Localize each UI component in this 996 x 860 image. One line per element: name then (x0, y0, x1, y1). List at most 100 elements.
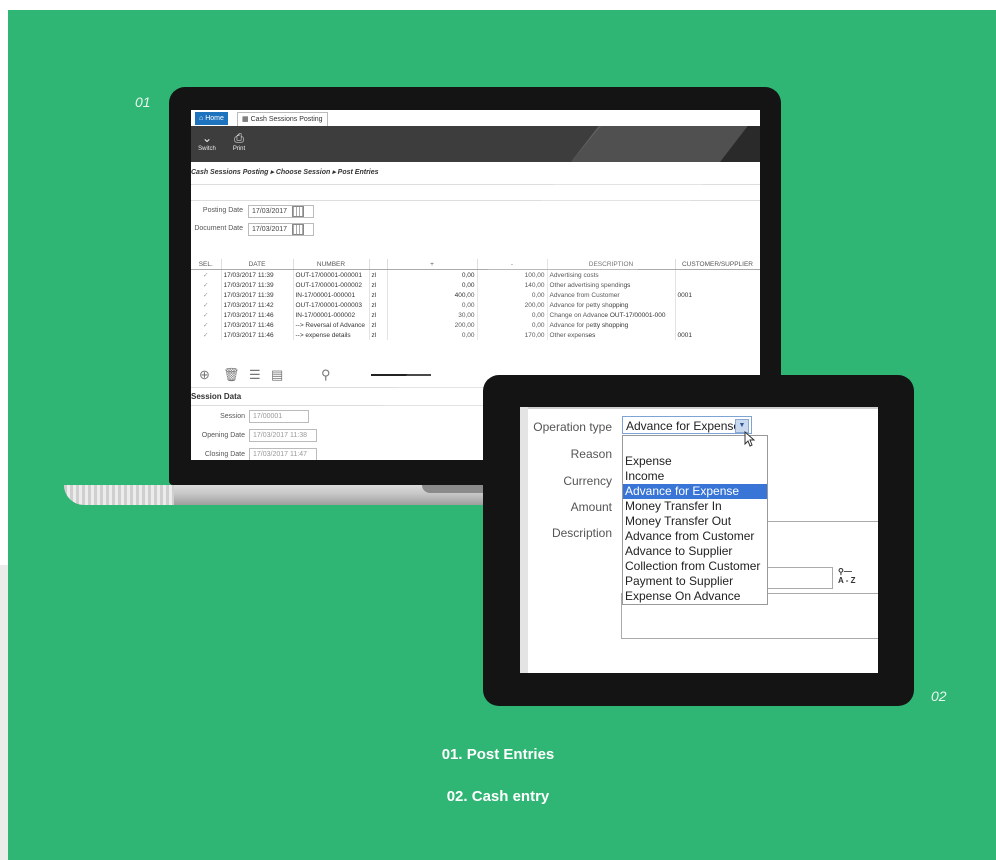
zoom-slider[interactable] (371, 374, 431, 376)
list-icon[interactable]: ☰ (249, 367, 261, 383)
search-icon[interactable]: ⚲ (321, 367, 331, 383)
option-item[interactable]: Collection from Customer (623, 559, 767, 574)
table-row[interactable]: ✓ 17/03/2017 11:39 IN-17/00001-000001 zl… (191, 290, 760, 300)
option-item[interactable]: Money Transfer In (623, 499, 767, 514)
row-checkbox[interactable]: ✓ (191, 330, 222, 340)
session-field[interactable]: 17/00001 (249, 410, 309, 423)
cell-description: Other expenses (547, 330, 676, 340)
cell-plus: 400,00 (387, 290, 478, 300)
cell-currency: zl (369, 269, 388, 280)
divider (766, 521, 878, 522)
option-item[interactable]: Payment to Supplier (623, 574, 767, 589)
option-item[interactable]: Advance to Supplier (623, 544, 767, 559)
cell-plus: 0,00 (387, 269, 478, 280)
row-checkbox[interactable]: ✓ (191, 300, 222, 310)
cell-date: 17/03/2017 11:46 (221, 310, 294, 320)
calendar-icon[interactable] (292, 206, 304, 217)
option-item[interactable]: Money Transfer Out (623, 514, 767, 529)
label-01: 01 (135, 94, 151, 110)
cell-number: IN-17/00001-000001 (293, 290, 370, 300)
cell-description: Advance for petty shopping (547, 300, 676, 310)
chevron-down-icon: ⌄ (201, 131, 213, 145)
printer-icon: ⎙ (234, 131, 244, 145)
option-item[interactable]: Expense (623, 454, 767, 469)
toolbar-dark-panel (571, 126, 760, 162)
cell-currency: zl (369, 310, 388, 320)
az-button[interactable]: ⚲— A - Z (838, 567, 855, 586)
cell-currency: zl (369, 330, 388, 340)
key-icon: ⚲— (838, 567, 852, 576)
trash-icon[interactable]: 🗑 (223, 367, 240, 383)
table-header: SEL. DATE NUMBER + - DESCRIPTION CUSTOME… (191, 259, 760, 270)
tab-bar: ⌂ Home ▦ Cash Sessions Posting (191, 110, 760, 127)
cell-customer: 0001 (675, 290, 760, 300)
closing-date-field[interactable]: 17/03/2017 11:47 (249, 448, 317, 460)
print-button[interactable]: ⎙ Print (227, 130, 251, 152)
cell-currency: zl (369, 320, 388, 330)
cell-date: 17/03/2017 11:46 (221, 330, 294, 340)
cell-minus: 140,00 (477, 280, 548, 290)
row-checkbox[interactable]: ✓ (191, 280, 222, 290)
cell-plus: 0,00 (387, 300, 478, 310)
option-item[interactable]: Expense On Advance (623, 589, 767, 604)
add-icon[interactable]: ⊕ (199, 367, 210, 383)
print-label: Print (232, 146, 246, 152)
tablet-screen: Operation type Reason Currency Amount De… (520, 407, 878, 673)
opening-date-field[interactable]: 17/03/2017 11:38 (249, 429, 317, 442)
lookup-field[interactable] (766, 567, 833, 589)
mouse-pointer-icon (744, 431, 756, 447)
cell-date: 17/03/2017 11:42 (221, 300, 294, 310)
column-header[interactable] (369, 259, 388, 270)
cell-customer (675, 269, 760, 280)
option-item[interactable]: Income (623, 469, 767, 484)
option-item-selected[interactable]: Advance for Expense (623, 484, 767, 499)
cell-description: Advertising costs (547, 269, 676, 280)
table-row[interactable]: ✓ 17/03/2017 11:46 --> expense details z… (191, 330, 760, 340)
table-row[interactable]: ✓ 17/03/2017 11:39 OUT-17/00001-000001 z… (191, 269, 760, 280)
operation-type-label: Operation type (533, 420, 612, 434)
divider (520, 407, 878, 409)
cell-date: 17/03/2017 11:39 (221, 290, 294, 300)
table-row[interactable]: ✓ 17/03/2017 11:46 IN-17/00001-000002 zl… (191, 310, 760, 320)
row-checkbox[interactable]: ✓ (191, 269, 222, 280)
column-header[interactable]: + (387, 259, 478, 270)
cell-number: OUT-17/00001-000002 (293, 280, 370, 290)
column-header[interactable]: DESCRIPTION (547, 259, 676, 270)
cell-plus: 200,00 (387, 320, 478, 330)
table-row[interactable]: ✓ 17/03/2017 11:39 OUT-17/00001-000002 z… (191, 280, 760, 290)
document-date-field[interactable]: 17/03/2017 (248, 223, 314, 236)
posting-date-field[interactable]: 17/03/2017 (248, 205, 314, 218)
posting-date-label: Posting Date (202, 207, 243, 214)
cell-description: Advance from Customer (547, 290, 676, 300)
amount-label: Amount (570, 500, 612, 514)
column-header[interactable]: SEL. (191, 259, 222, 270)
cell-number: OUT-17/00001-000003 (293, 300, 370, 310)
label-02: 02 (931, 688, 947, 704)
row-checkbox[interactable]: ✓ (191, 320, 222, 330)
cell-number: OUT-17/00001-000001 (293, 269, 370, 280)
column-header[interactable]: - (477, 259, 548, 270)
operation-type-select[interactable]: Advance for Expense ▼ (622, 416, 752, 434)
option-item[interactable]: Advance from Customer (623, 529, 767, 544)
table-row[interactable]: ✓ 17/03/2017 11:46 --> Reversal of Advan… (191, 320, 760, 330)
toolbar: ⌄ Switch ⎙ Print (191, 126, 760, 162)
grid-icon[interactable]: ▤ (271, 367, 283, 383)
row-checkbox[interactable]: ✓ (191, 310, 222, 320)
calendar-icon[interactable] (292, 224, 304, 235)
tab-home[interactable]: ⌂ Home (195, 112, 228, 125)
cell-plus: 0,00 (387, 330, 478, 340)
divider (191, 200, 760, 201)
operation-type-options: Expense Income Advance for Expense Money… (622, 435, 768, 605)
description-label: Description (551, 526, 612, 540)
cell-description: Advance for petty shopping (547, 320, 676, 330)
breadcrumb: Cash Sessions Posting ▸ Choose Session ▸… (191, 169, 379, 176)
column-header[interactable]: NUMBER (293, 259, 370, 270)
cell-plus: 30,00 (387, 310, 478, 320)
column-header[interactable]: DATE (221, 259, 294, 270)
column-header[interactable]: CUSTOMER/SUPPLIER (675, 259, 760, 270)
switch-button[interactable]: ⌄ Switch (195, 130, 219, 152)
row-checkbox[interactable]: ✓ (191, 290, 222, 300)
tab-cash-sessions[interactable]: ▦ Cash Sessions Posting (237, 112, 328, 126)
table-row[interactable]: ✓ 17/03/2017 11:42 OUT-17/00001-000003 z… (191, 300, 760, 310)
section-title: Session Data (191, 392, 242, 401)
